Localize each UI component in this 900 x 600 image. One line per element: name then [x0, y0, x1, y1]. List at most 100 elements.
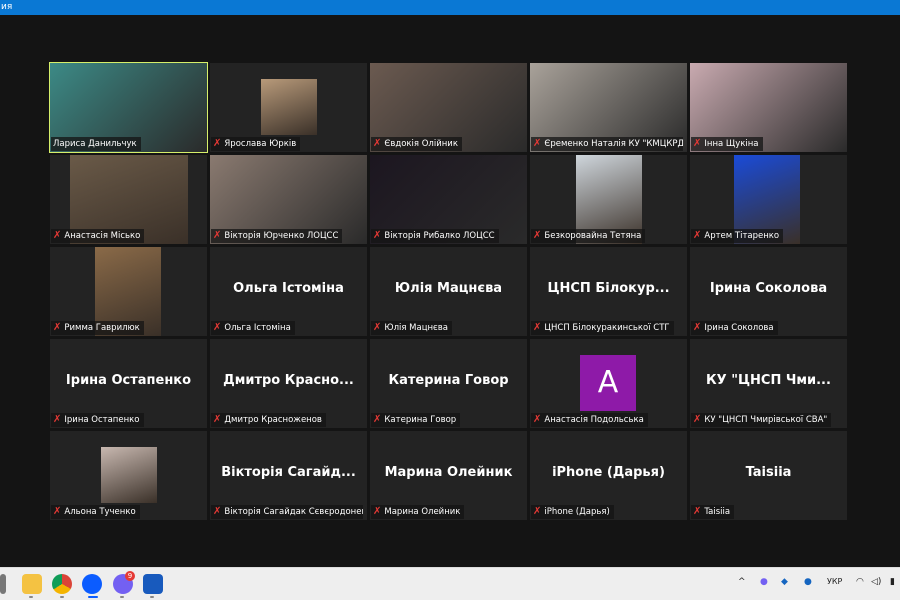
participant-name: Катерина Говор: [384, 415, 457, 425]
participant-tile[interactable]: Дмитро Красно... ✗ Дмитро Красноженов: [210, 339, 367, 428]
participant-name: Юлія Мацнєва: [384, 323, 448, 333]
participant-big-name: Taisiia: [745, 465, 792, 480]
participant-tile[interactable]: Лариса Данильчук: [49, 62, 208, 153]
muted-mic-icon: ✗: [53, 230, 62, 241]
participant-name-label: ✗ Ярослава Юрків: [211, 137, 301, 151]
participant-name-label: ✗ Taisiia: [691, 505, 735, 519]
participant-name-label: ✗ Анастасія Місько: [51, 229, 145, 243]
video-gallery: Лариса Данильчук ✗ Ярослава Юрків ✗ Євдокія …: [0, 15, 900, 567]
participant-tile[interactable]: ✗ Анастасія Місько: [50, 155, 207, 244]
muted-mic-icon: ✗: [693, 506, 702, 517]
participant-big-name: Марина Олейник: [384, 465, 513, 480]
participant-tile[interactable]: Марина Олейник ✗ Марина Олейник: [370, 431, 527, 520]
participant-name: ЦНСП Білокуракинської СТГ: [544, 323, 670, 333]
participant-tile[interactable]: ✗ Артем Тітаренко: [690, 155, 847, 244]
participant-name: Безкоровайна Тетяна: [544, 231, 642, 241]
participant-name-label: ✗ Катерина Говор: [371, 413, 461, 427]
viber-badge: 9: [125, 571, 135, 581]
muted-mic-icon: ✗: [533, 230, 542, 241]
participant-tile[interactable]: ✗ Альона Тученко: [50, 431, 207, 520]
participant-tile[interactable]: A ✗ Анастасія Подольська: [530, 339, 687, 428]
muted-mic-icon: ✗: [213, 230, 222, 241]
participant-name-label: ✗ Римма Гаврилюк: [51, 321, 144, 335]
participant-name-label: ✗ КУ "ЦНСП Чмирівської СВА": [691, 413, 832, 427]
language-indicator[interactable]: УКР: [827, 577, 842, 586]
participant-name: Марина Олейник: [384, 507, 461, 517]
participant-name: Вікторія Юрченко ЛОЦСС: [224, 231, 339, 241]
muted-mic-icon: ✗: [373, 322, 382, 333]
file-explorer-icon[interactable]: [22, 574, 42, 594]
participant-name-label: ✗ Ірина Соколова: [691, 321, 778, 335]
participant-tile[interactable]: iPhone (Дарья) ✗ iPhone (Дарья): [530, 431, 687, 520]
participant-name: Євдокія Олійник: [384, 139, 458, 149]
tray-microphone-icon[interactable]: ●: [804, 577, 812, 587]
participant-tile[interactable]: ✗ Інна Щукіна: [690, 63, 847, 152]
participant-photo: [101, 447, 157, 503]
participant-tile[interactable]: Юлія Мацнєва ✗ Юлія Мацнєва: [370, 247, 527, 336]
window-title: ия: [1, 2, 13, 12]
participant-tile[interactable]: Ірина Остапенко ✗ Ірина Остапенко: [50, 339, 207, 428]
participant-name-label: ✗ Інна Щукіна: [691, 137, 763, 151]
chrome-icon[interactable]: [52, 574, 72, 594]
participant-tile[interactable]: Вікторія Сагайд... ✗ Вікторія Сагайдак Сєв…: [210, 431, 367, 520]
participant-name: Альона Тученко: [64, 507, 136, 517]
participant-name: Артем Тітаренко: [704, 231, 780, 241]
muted-mic-icon: ✗: [533, 414, 542, 425]
participant-name-label: ✗ Дмитро Красноженов: [211, 413, 326, 427]
participant-name-label: ✗Єременко Наталія КУ "КМЦКРДО...: [531, 137, 683, 151]
participant-avatar: A: [580, 355, 636, 411]
muted-mic-icon: ✗: [53, 414, 62, 425]
start-icon[interactable]: [0, 574, 6, 594]
participant-tile[interactable]: КУ "ЦНСП Чми... ✗ КУ "ЦНСП Чмирівської СВА…: [690, 339, 847, 428]
participant-photo: [261, 79, 317, 135]
participant-name-label: ✗ ЦНСП Білокуракинської СТГ: [531, 321, 674, 335]
muted-mic-icon: ✗: [213, 414, 222, 425]
participant-name-label: ✗ Юлія Мацнєва: [371, 321, 452, 335]
participant-tile[interactable]: ✗ Вікторія Юрченко ЛОЦСС: [210, 155, 367, 244]
word-icon[interactable]: [143, 574, 163, 594]
participant-name-label: Лариса Данильчук: [51, 137, 141, 151]
battery-icon[interactable]: ▮: [890, 577, 895, 587]
participant-tile[interactable]: Taisiia ✗ Taisiia: [690, 431, 847, 520]
participant-tile[interactable]: ✗ Римма Гаврилюк: [50, 247, 207, 336]
participant-name: Вікторія Сагайдак Сєвєродонець...: [224, 507, 363, 517]
participant-big-name: Ірина Соколова: [709, 281, 828, 296]
participant-name: Римма Гаврилюк: [64, 323, 140, 333]
participant-big-name: Катерина Говор: [388, 373, 509, 388]
participant-tile[interactable]: ЦНСП Білокур... ✗ ЦНСП Білокуракинської СТ…: [530, 247, 687, 336]
participant-tile[interactable]: ✗Єременко Наталія КУ "КМЦКРДО...: [530, 63, 687, 152]
tray-chevron-icon[interactable]: ^: [738, 577, 746, 587]
participant-tile[interactable]: Ольга Істоміна ✗ Ольга Істоміна: [210, 247, 367, 336]
zoom-icon[interactable]: [82, 574, 102, 594]
muted-mic-icon: ✗: [693, 414, 702, 425]
muted-mic-icon: ✗: [533, 138, 542, 149]
tray-defender-icon[interactable]: ◆: [781, 577, 788, 587]
window-title-bar: ия: [0, 0, 900, 15]
wifi-icon[interactable]: ◠: [856, 577, 864, 587]
participant-name: Ірина Остапенко: [64, 415, 140, 425]
muted-mic-icon: ✗: [693, 138, 702, 149]
participant-big-name: Юлія Мацнєва: [394, 281, 503, 296]
participant-name: Лариса Данильчук: [53, 139, 137, 149]
participant-tile[interactable]: ✗ Безкоровайна Тетяна: [530, 155, 687, 244]
volume-icon[interactable]: ◁): [871, 577, 881, 587]
muted-mic-icon: ✗: [53, 506, 62, 517]
participant-tile[interactable]: ✗ Ярослава Юрків: [210, 63, 367, 152]
participant-name-label: ✗ Альона Тученко: [51, 505, 140, 519]
muted-mic-icon: ✗: [533, 506, 542, 517]
participant-name-label: ✗ Ірина Остапенко: [51, 413, 144, 427]
tray-viber-icon[interactable]: ●: [760, 577, 768, 587]
participant-tile[interactable]: Ірина Соколова ✗ Ірина Соколова: [690, 247, 847, 336]
participant-big-name: Ольга Істоміна: [233, 281, 344, 296]
participant-big-name: Ірина Остапенко: [65, 373, 192, 388]
muted-mic-icon: ✗: [693, 230, 702, 241]
participant-name: КУ "ЦНСП Чмирівської СВА": [704, 415, 828, 425]
participant-name-label: ✗ Євдокія Олійник: [371, 137, 462, 151]
participant-tile[interactable]: ✗ Євдокія Олійник: [370, 63, 527, 152]
muted-mic-icon: ✗: [53, 322, 62, 333]
participant-tile[interactable]: Катерина Говор ✗ Катерина Говор: [370, 339, 527, 428]
participant-name: iPhone (Дарья): [544, 507, 610, 517]
participant-tile[interactable]: ✗ Вікторія Рибалко ЛОЦСС: [370, 155, 527, 244]
participant-name: Єременко Наталія КУ "КМЦКРДО...: [544, 139, 683, 149]
muted-mic-icon: ✗: [213, 506, 222, 517]
